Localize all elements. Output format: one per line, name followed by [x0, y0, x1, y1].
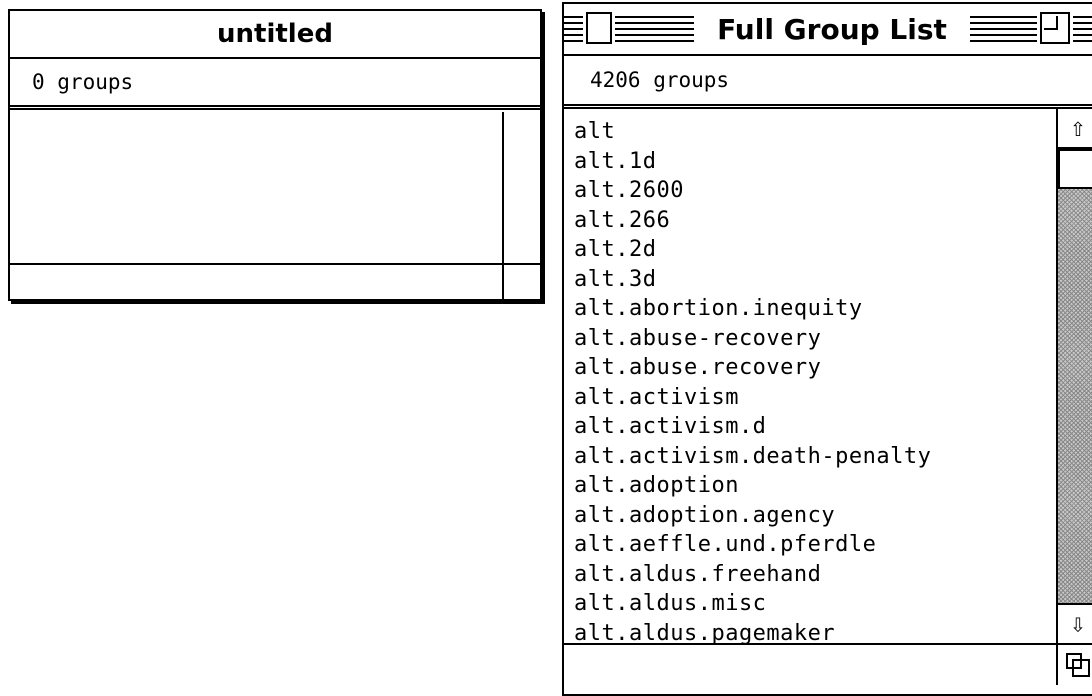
group-list-item[interactable]: alt.activism: [574, 383, 1056, 413]
group-list-item[interactable]: alt.266: [574, 206, 1056, 236]
group-list-item[interactable]: alt.adoption: [574, 471, 1056, 501]
vertical-scrollbar[interactable]: [502, 112, 540, 265]
group-list-item[interactable]: alt.activism.d: [574, 412, 1056, 442]
scroll-track[interactable]: [1058, 149, 1092, 603]
window-title: untitled: [217, 19, 333, 49]
group-count-status: 4206 groups: [564, 56, 1092, 109]
group-count-status: 0 groups: [10, 59, 540, 110]
scroll-thumb[interactable]: [1058, 149, 1092, 189]
group-list[interactable]: alt alt.1d alt.2600 alt.266 alt.2d alt.3d alt.…: [564, 109, 1056, 643]
window-title-bar[interactable]: untitled: [10, 11, 540, 59]
group-list-item[interactable]: alt.3d: [574, 265, 1056, 295]
group-list-empty[interactable]: [10, 112, 504, 265]
group-list-item[interactable]: alt.abortion.inequity: [574, 294, 1056, 324]
group-list-item[interactable]: alt.1d: [574, 147, 1056, 177]
group-list-item[interactable]: alt.abuse-recovery: [574, 324, 1056, 354]
group-list-item[interactable]: alt.aldus.freehand: [574, 560, 1056, 590]
group-list-item[interactable]: alt.activism.death-penalty: [574, 442, 1056, 472]
group-count-text: 0 groups: [32, 70, 134, 94]
untitled-window[interactable]: untitled 0 groups: [8, 9, 542, 301]
scroll-down-arrow-icon[interactable]: ⇩: [1058, 603, 1092, 643]
vertical-scrollbar[interactable]: ⇧ ⇩: [1056, 109, 1092, 643]
grow-box[interactable]: [502, 265, 540, 299]
window-content: [10, 112, 540, 299]
group-list-item[interactable]: alt: [574, 117, 1056, 147]
group-list-item[interactable]: alt.2600: [574, 176, 1056, 206]
group-list-item[interactable]: alt.adoption.agency: [574, 501, 1056, 531]
group-list-item[interactable]: alt.aldus.misc: [574, 589, 1056, 619]
group-list-item[interactable]: alt.abuse.recovery: [574, 353, 1056, 383]
full-group-list-window[interactable]: Full Group List 4206 groups alt alt.1d alt…: [562, 2, 1092, 696]
group-list-item[interactable]: alt.2d: [574, 235, 1056, 265]
group-list-item[interactable]: alt.aldus.pagemaker: [574, 619, 1056, 644]
window-title-bar[interactable]: Full Group List: [564, 4, 1092, 56]
group-list-item[interactable]: alt.aeffle.und.pferdle: [574, 530, 1056, 560]
zoom-box-icon[interactable]: [1040, 12, 1070, 44]
close-box-icon[interactable]: [586, 12, 612, 44]
window-content: alt alt.1d alt.2600 alt.266 alt.2d alt.3d alt.…: [564, 109, 1092, 694]
window-title: Full Group List: [694, 4, 970, 54]
horizontal-scrollbar[interactable]: [10, 263, 540, 299]
scroll-up-arrow-icon[interactable]: ⇧: [1058, 109, 1092, 149]
group-count-text: 4206 groups: [590, 68, 730, 92]
group-list-items: alt alt.1d alt.2600 alt.266 alt.2d alt.3d alt.…: [564, 109, 1056, 643]
window-title-text: Full Group List: [717, 12, 947, 46]
